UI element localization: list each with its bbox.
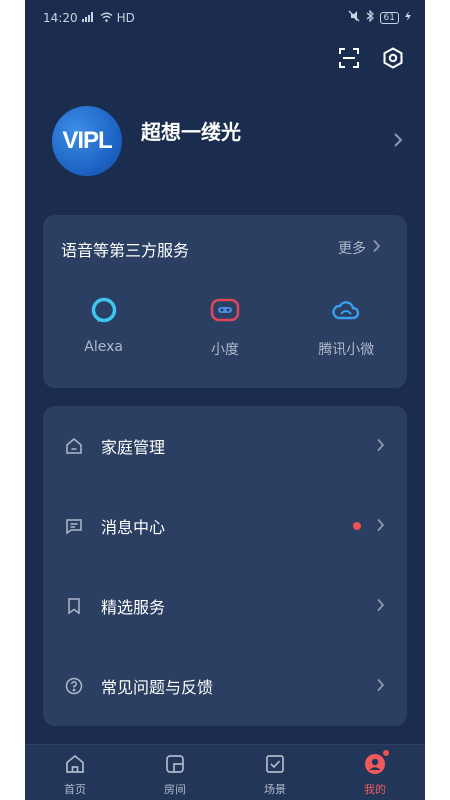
voice-item-xiaodu[interactable]: 小度 bbox=[175, 295, 275, 359]
voice-item-tencent-xiaowei[interactable]: 腾讯小微 bbox=[296, 295, 396, 359]
nav-tab-scene[interactable]: 场景 bbox=[225, 745, 325, 800]
nav-tab-home[interactable]: 首页 bbox=[25, 745, 125, 800]
voice-item-label: 小度 bbox=[210, 342, 239, 358]
mute-icon bbox=[348, 10, 360, 25]
nav-tab-room[interactable]: 房间 bbox=[125, 745, 225, 800]
profile-chevron-icon[interactable] bbox=[393, 132, 403, 152]
scan-button[interactable] bbox=[335, 46, 363, 74]
notification-dot bbox=[382, 749, 390, 757]
voice-services-title: 语音等第三方服务 bbox=[61, 241, 190, 260]
network-label: HD bbox=[116, 11, 135, 25]
nav-tab-mine[interactable]: 我的 bbox=[325, 745, 425, 800]
voice-services-more-button[interactable]: 更多 bbox=[338, 238, 381, 258]
profile-icon bbox=[364, 753, 386, 779]
menu-item-featured-services[interactable]: 精选服务 bbox=[43, 566, 407, 646]
chevron-right-icon bbox=[376, 597, 385, 616]
chevron-right-icon bbox=[372, 239, 381, 257]
home-icon bbox=[63, 435, 85, 457]
nav-label: 我的 bbox=[364, 783, 386, 796]
avatar[interactable]: VIPL bbox=[52, 106, 122, 176]
scene-icon bbox=[264, 753, 286, 779]
home-icon bbox=[64, 753, 86, 779]
status-time: 14:20 bbox=[43, 11, 78, 25]
settings-menu-card: 家庭管理 消息中心 精选服务 常见问题与反馈 bbox=[43, 406, 407, 726]
username[interactable]: 超想一缕光 bbox=[141, 116, 241, 145]
menu-item-label: 精选服务 bbox=[101, 598, 166, 617]
bookmark-icon bbox=[63, 595, 85, 617]
wifi-icon bbox=[100, 11, 113, 25]
alexa-icon bbox=[89, 295, 119, 325]
unread-dot bbox=[353, 522, 361, 530]
voice-services-card: 语音等第三方服务 更多 Alexa 小度 腾讯小微 bbox=[43, 215, 407, 388]
message-icon bbox=[63, 515, 85, 537]
voice-item-label: Alexa bbox=[84, 339, 123, 355]
status-right: 61 bbox=[348, 9, 411, 25]
nav-label: 场景 bbox=[264, 783, 286, 796]
menu-item-home-management[interactable]: 家庭管理 bbox=[43, 406, 407, 486]
profile-screen: 14:20 HD 61 VIPL 超想一缕光 语音等第三方服务 更多 Alexa… bbox=[25, 0, 425, 800]
bottom-nav: 首页 房间 场景 我的 bbox=[25, 744, 425, 800]
menu-item-message-center[interactable]: 消息中心 bbox=[43, 486, 407, 566]
more-label: 更多 bbox=[338, 241, 366, 257]
nav-label: 房间 bbox=[164, 783, 186, 796]
scan-icon bbox=[338, 47, 360, 73]
charging-icon bbox=[405, 11, 411, 24]
menu-item-label: 消息中心 bbox=[101, 518, 166, 537]
status-left: 14:20 HD bbox=[43, 11, 135, 25]
voice-services-list: Alexa 小度 腾讯小微 bbox=[43, 295, 407, 359]
chevron-right-icon bbox=[376, 437, 385, 456]
menu-item-label: 常见问题与反馈 bbox=[101, 678, 214, 697]
voice-item-label: 腾讯小微 bbox=[318, 342, 375, 358]
menu-item-faq-feedback[interactable]: 常见问题与反馈 bbox=[43, 646, 407, 726]
help-icon bbox=[63, 675, 85, 697]
room-icon bbox=[164, 753, 186, 779]
bluetooth-icon bbox=[366, 9, 374, 25]
signal-icon bbox=[81, 11, 96, 25]
battery-indicator: 61 bbox=[379, 11, 399, 24]
menu-item-label: 家庭管理 bbox=[101, 438, 166, 457]
xiaodu-icon bbox=[210, 295, 240, 325]
chevron-right-icon bbox=[376, 677, 385, 696]
chevron-right-icon bbox=[376, 517, 385, 536]
tencent-xiaowei-icon bbox=[331, 295, 361, 325]
settings-button[interactable] bbox=[379, 46, 407, 74]
avatar-text: VIPL bbox=[62, 127, 112, 154]
voice-item-alexa[interactable]: Alexa bbox=[54, 295, 154, 359]
gear-icon bbox=[382, 47, 404, 73]
status-bar: 14:20 HD 61 bbox=[25, 0, 425, 36]
nav-label: 首页 bbox=[64, 783, 86, 796]
